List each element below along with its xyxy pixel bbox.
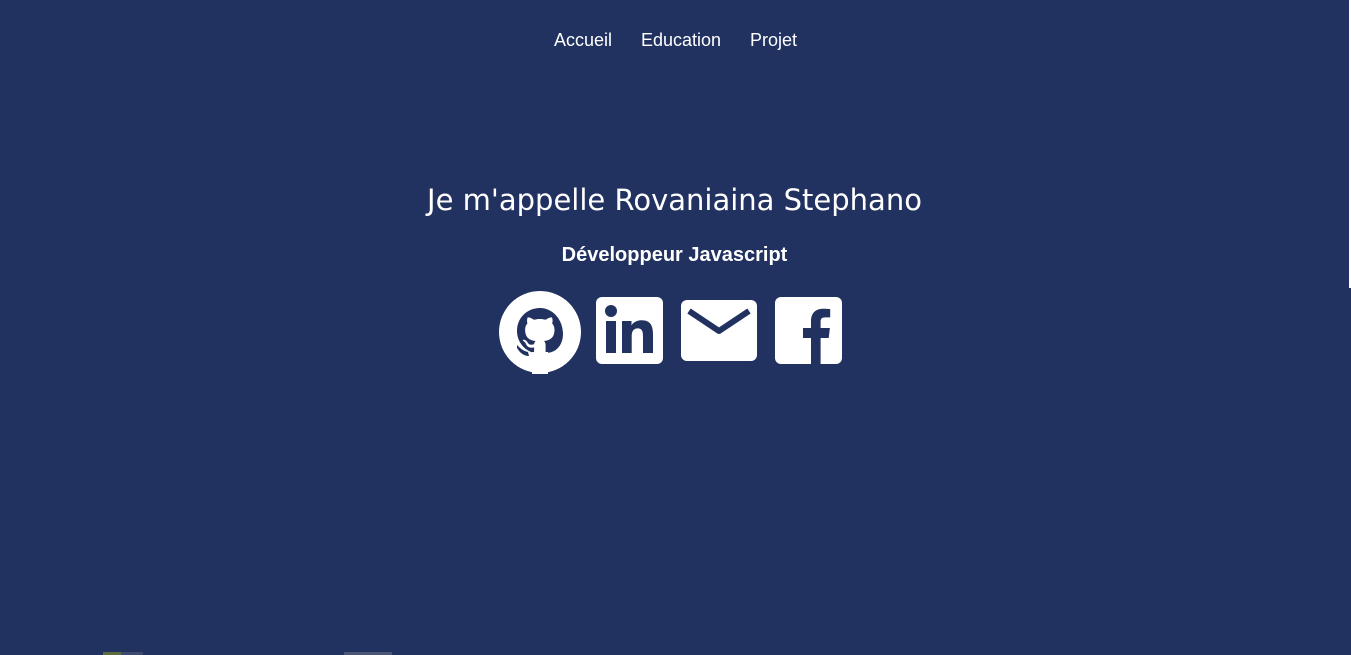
nav-link-accueil[interactable]: Accueil	[554, 29, 612, 51]
social-links	[0, 290, 1351, 374]
linkedin-link[interactable]	[596, 297, 664, 365]
github-link[interactable]	[498, 290, 582, 374]
github-icon	[499, 291, 581, 374]
hero-title: Je m'appelle Rovaniaina Stephano	[427, 183, 922, 217]
linkedin-icon	[596, 297, 663, 364]
hero-subtitle: Développeur Javascript	[561, 244, 788, 266]
facebook-link[interactable]	[775, 297, 843, 365]
nav-link-education[interactable]: Education	[641, 29, 721, 51]
facebook-icon	[775, 297, 842, 364]
mail-link[interactable]	[681, 300, 757, 362]
mail-icon	[681, 300, 757, 361]
page: Accueil Education Projet Je m'appelle Ro…	[0, 0, 1351, 655]
top-navigation: Accueil Education Projet	[0, 29, 1351, 51]
nav-link-projet[interactable]: Projet	[750, 29, 797, 51]
